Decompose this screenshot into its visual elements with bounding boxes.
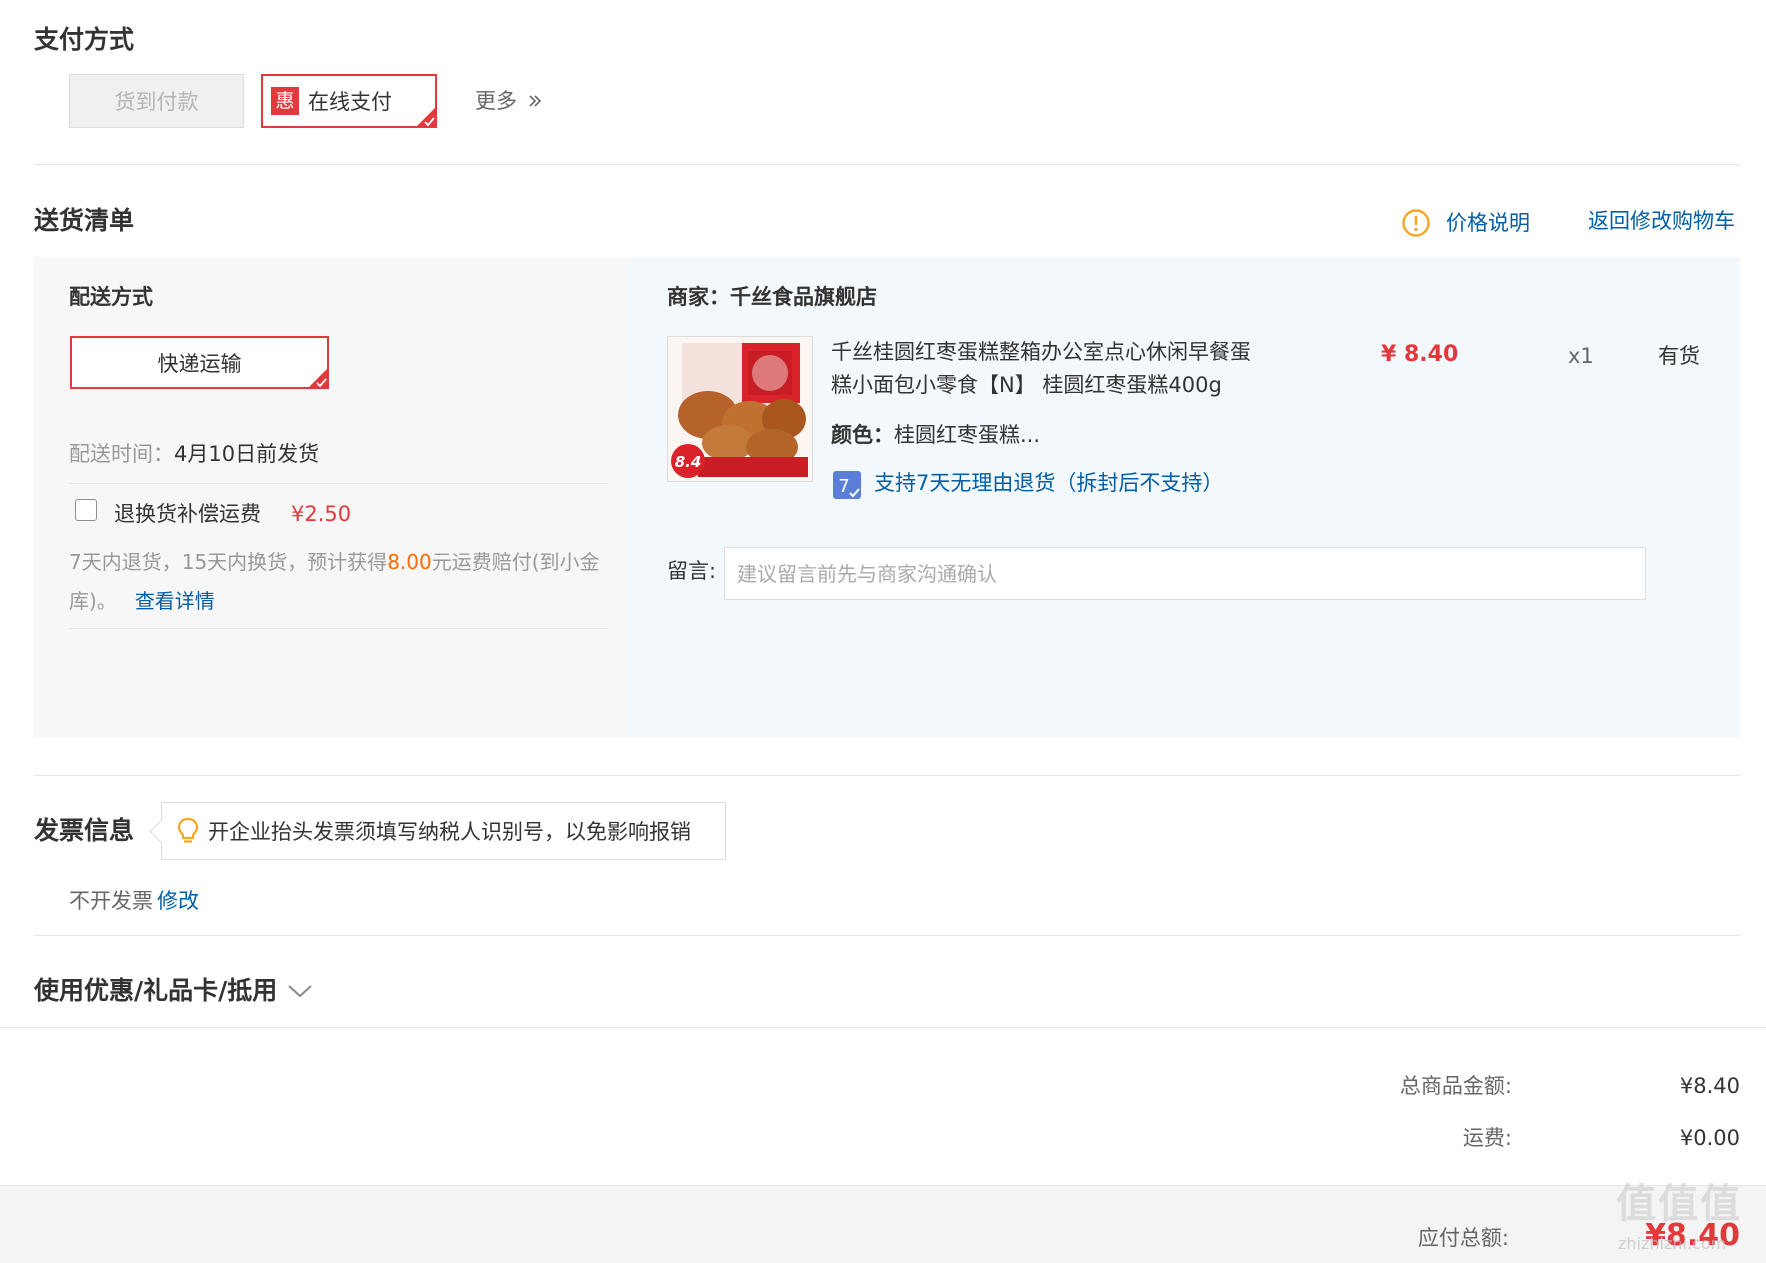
delivery-section-title: 送货清单 — [34, 206, 135, 235]
payment-option-online-label: 在线支付 — [308, 90, 392, 114]
watermark-logo: 值值值 — [1616, 1181, 1742, 1227]
shipping-method-title: 配送方式 — [69, 285, 153, 309]
coupon-toggle[interactable]: 使用优惠/礼品卡/抵用 — [34, 977, 313, 1005]
more-payment-label: 更多 — [475, 89, 517, 113]
payment-section-title: 支付方式 — [34, 25, 135, 54]
price-note-link[interactable]: 价格说明 — [1401, 208, 1530, 238]
shipping-fee-label: 运费: — [1462, 1126, 1512, 1150]
insurance-label: 退换货补偿运费 — [114, 502, 261, 526]
invoice-tip-text: 开企业抬头发票须填写纳税人识别号，以免影响报销 — [208, 820, 691, 844]
return-badge-number: 7 — [838, 476, 849, 497]
product-image-price-badge: 8.4 — [675, 453, 702, 471]
double-chevron-right-icon — [529, 95, 542, 107]
invoice-status: 不开发票 修改 — [69, 888, 199, 914]
discount-badge: 惠 — [271, 87, 299, 115]
seven-day-return-icon: 7 — [833, 471, 861, 499]
shipping-option-label: 快递运输 — [157, 351, 242, 376]
shipping-divider — [69, 483, 608, 484]
payment-option-online[interactable]: 惠 在线支付 — [261, 74, 437, 128]
delivery-time-label: 配送时间： — [69, 442, 174, 466]
insurance-description: 7天内退货，15天内换货，预计获得8.00元运费赔付(到小金库)。 查看详情 — [69, 543, 614, 621]
insurance-price: ¥2.50 — [291, 502, 352, 526]
payment-option-cod[interactable]: 货到付款 — [69, 74, 244, 128]
product-title[interactable]: 千丝桂圆红枣蛋糕整箱办公室点心休闲早餐蛋糕小面包小零食【N】 桂圆红枣蛋糕400… — [831, 336, 1271, 402]
coupon-section-title: 使用优惠/礼品卡/抵用 — [34, 976, 278, 1005]
product-photo: 8.4 — [668, 337, 812, 481]
lightbulb-icon — [177, 817, 199, 843]
chevron-down-icon — [288, 985, 312, 998]
invoice-tip: 开企业抬头发票须填写纳税人识别号，以免影响报销 — [161, 802, 726, 860]
section-divider — [34, 775, 1740, 776]
section-divider — [34, 164, 1740, 165]
product-stock-status: 有货 — [1658, 344, 1700, 368]
more-payment-link[interactable]: 更多 — [475, 88, 543, 114]
selected-check-icon — [416, 107, 436, 127]
insurance-desc-before: 7天内退货，15天内换货，预计获得 — [69, 550, 388, 574]
payment-option-cod-label: 货到付款 — [114, 90, 199, 114]
goods-total-label: 总商品金额: — [1399, 1074, 1512, 1098]
delivery-time: 配送时间：4月10日前发货 — [69, 441, 319, 467]
invoice-section-title: 发票信息 — [34, 816, 135, 845]
selected-check-icon — [308, 368, 328, 388]
message-label: 留言: — [667, 559, 717, 583]
shipping-fee-value: ¥0.00 — [1679, 1126, 1740, 1150]
shop-label: 商家： — [667, 285, 730, 309]
order-items-panel — [627, 257, 1740, 737]
product-image[interactable]: 8.4 — [667, 336, 813, 482]
goods-total-value: ¥8.40 — [1679, 1074, 1740, 1098]
invoice-status-value: 不开发票 — [69, 889, 153, 913]
invoice-edit-link[interactable]: 修改 — [157, 889, 199, 913]
product-quantity: x1 — [1568, 344, 1594, 368]
delivery-time-value: 4月10日前发货 — [174, 442, 320, 466]
message-input[interactable] — [724, 547, 1646, 600]
insurance-desc-amount: 8.00 — [387, 550, 432, 574]
insurance-detail-link[interactable]: 查看详情 — [135, 589, 215, 613]
shipping-panel — [34, 257, 627, 737]
warning-circle-icon — [1402, 209, 1430, 237]
shop-name: 商家：千丝食品旗舰店 — [667, 284, 877, 310]
price-note-label: 价格说明 — [1446, 211, 1530, 235]
shipping-option-express[interactable]: 快递运输 — [70, 336, 329, 389]
product-color: 颜色：桂圆红枣蛋糕... — [831, 421, 1040, 449]
return-policy-link[interactable]: 支持7天无理由退货（拆封后不支持） — [874, 469, 1223, 497]
back-to-cart-link[interactable]: 返回修改购物车 — [1588, 207, 1735, 235]
watermark-site: zhizhizhi.com — [1618, 1234, 1727, 1253]
section-divider — [34, 935, 1740, 936]
shipping-divider — [69, 628, 608, 629]
section-divider — [0, 1027, 1766, 1028]
product-color-label: 颜色： — [831, 423, 894, 447]
product-color-value: 桂圆红枣蛋糕... — [894, 423, 1041, 447]
payable-total-label: 应付总额: — [1417, 1226, 1509, 1250]
return-shipping-insurance-checkbox[interactable] — [75, 499, 97, 521]
shop-name-value[interactable]: 千丝食品旗舰店 — [730, 285, 877, 309]
product-price: ¥ 8.40 — [1381, 342, 1459, 367]
